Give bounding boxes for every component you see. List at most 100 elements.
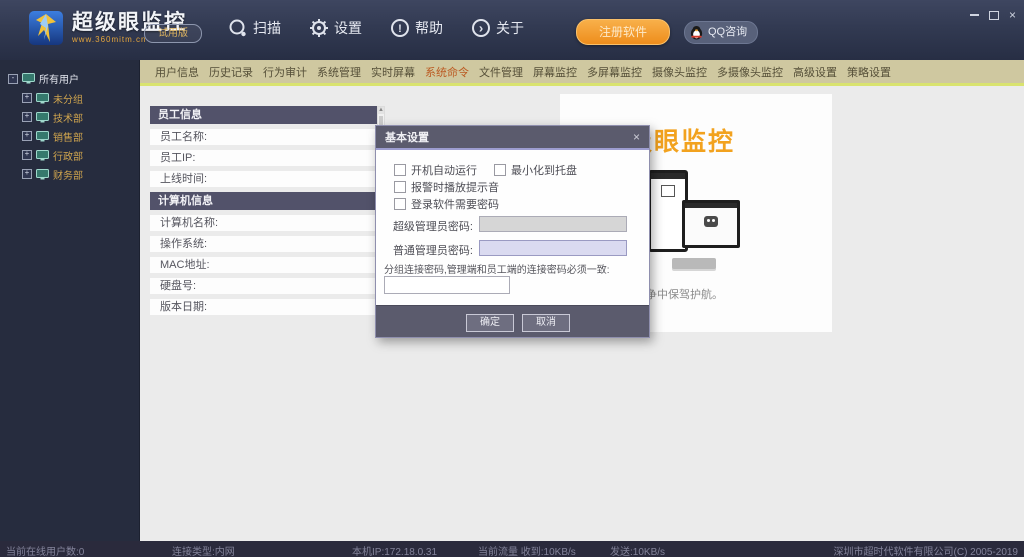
- tab-system-manage[interactable]: 系统管理: [312, 64, 366, 80]
- about-icon: ›: [472, 19, 490, 37]
- status-bar: 当前在线用户数:0 连接类型:内网 本机IP:172.18.0.31 当前流量 …: [0, 541, 1024, 557]
- tree-group-label: 行政部: [53, 151, 83, 163]
- register-button[interactable]: 注册软件: [576, 19, 670, 45]
- menu-help-label: 帮助: [415, 20, 443, 36]
- group-password-input[interactable]: [384, 276, 510, 294]
- tree-group-label: 财务部: [53, 170, 83, 182]
- menu-about-label: 关于: [496, 20, 524, 36]
- checkbox-login-password[interactable]: 登录软件需要密码: [394, 196, 499, 212]
- close-icon[interactable]: ×: [1009, 9, 1016, 21]
- monitor-icon: [36, 111, 49, 122]
- svg-text:›: ›: [479, 21, 483, 36]
- tree-group-label: 技术部: [53, 113, 83, 125]
- ok-button[interactable]: 确定: [466, 314, 514, 332]
- status-connection-type: 连接类型:内网: [172, 547, 235, 557]
- menu-about[interactable]: › 关于: [471, 18, 524, 38]
- status-copyright: 深圳市超时代软件有限公司(C) 2005-2019: [833, 547, 1018, 557]
- tree-group-label: 销售部: [53, 132, 83, 144]
- computer-icon: [22, 73, 35, 84]
- monitor-icon: [36, 130, 49, 141]
- title-bar: 超级眼监控 www.360mitm.cn 试用版 扫描 设置 ! 帮助 › 关于…: [0, 0, 1024, 60]
- normal-admin-password-label: 普通管理员密码:: [392, 245, 473, 257]
- checkbox-label: 最小化到托盘: [511, 165, 577, 177]
- collapse-icon[interactable]: -: [8, 73, 18, 84]
- tab-advanced-settings[interactable]: 高级设置: [788, 64, 842, 80]
- field-label-os: 操作系统:: [150, 236, 378, 252]
- tab-multi-screen-monitor[interactable]: 多屏幕监控: [582, 64, 647, 80]
- employee-info-panel: 员工信息 员工名称: 员工IP: 上线时间: 计算机信息 计算机名称: 操作系统…: [150, 106, 378, 320]
- dialog-title-bar: 基本设置 ×: [376, 126, 649, 150]
- tab-policy-settings[interactable]: 策略设置: [842, 64, 896, 80]
- menu-scan[interactable]: 扫描: [228, 18, 281, 38]
- cancel-button[interactable]: 取消: [522, 314, 570, 332]
- super-admin-password-label: 超级管理员密码:: [392, 221, 473, 233]
- dialog-footer: 确定 取消: [376, 305, 649, 337]
- field-label-online-time: 上线时间:: [150, 171, 378, 187]
- expand-icon[interactable]: +: [22, 112, 32, 122]
- checkbox-minimize-tray[interactable]: 最小化到托盘: [494, 162, 577, 178]
- menu-scan-label: 扫描: [253, 20, 281, 36]
- status-online-users: 当前在线用户数:0: [6, 547, 85, 557]
- tree-group-sales[interactable]: + 销售部: [22, 128, 139, 144]
- checkbox-box[interactable]: [394, 181, 406, 193]
- normal-admin-password-input[interactable]: [479, 240, 627, 256]
- menu-settings-label: 设置: [334, 20, 362, 36]
- scan-icon: [229, 19, 246, 37]
- checkbox-label: 开机自动运行: [411, 165, 477, 177]
- scroll-up-icon[interactable]: ▲: [378, 107, 384, 114]
- tree-group-ungrouped[interactable]: + 未分组: [22, 90, 139, 106]
- field-label-employee-name: 员工名称:: [150, 129, 378, 145]
- checkbox-label: 登录软件需要密码: [411, 199, 499, 211]
- expand-icon[interactable]: +: [22, 169, 32, 179]
- computer-section-header: 计算机信息: [150, 192, 378, 210]
- tab-system-command[interactable]: 系统命令: [420, 64, 474, 80]
- tab-file-manage[interactable]: 文件管理: [474, 64, 528, 80]
- checkbox-box[interactable]: [394, 198, 406, 210]
- monitor-icon: [36, 168, 49, 179]
- tab-screen-monitor[interactable]: 屏幕监控: [528, 64, 582, 80]
- expand-icon[interactable]: +: [22, 150, 32, 160]
- monitor-icon: [36, 149, 49, 160]
- menu-settings[interactable]: 设置: [309, 18, 362, 38]
- checkbox-label: 报警时播放提示音: [411, 182, 499, 194]
- svg-text:!: !: [398, 23, 402, 35]
- field-label-disk: 硬盘号:: [150, 278, 378, 294]
- super-admin-password-input[interactable]: [479, 216, 627, 232]
- edition-badge: 试用版: [144, 24, 202, 43]
- checkbox-box[interactable]: [394, 164, 406, 176]
- field-label-employee-ip: 员工IP:: [150, 150, 378, 166]
- app-logo-icon: [29, 11, 63, 45]
- group-password-note: 分组连接密码,管理端和员工端的连接密码必须一致:: [384, 265, 610, 276]
- tree-root-label: 所有用户: [39, 75, 79, 86]
- expand-icon[interactable]: +: [22, 131, 32, 141]
- device-base-illustration: [672, 258, 716, 269]
- menu-help[interactable]: ! 帮助: [390, 18, 443, 38]
- window-controls: ×: [969, 9, 1016, 21]
- status-local-ip: 本机IP:172.18.0.31: [352, 547, 438, 557]
- app-window: 超级眼监控 www.360mitm.cn 试用版 扫描 设置 ! 帮助 › 关于…: [0, 0, 1024, 557]
- checkbox-alert-sound[interactable]: 报警时播放提示音: [394, 179, 499, 195]
- tab-behavior-audit[interactable]: 行为审计: [258, 64, 312, 80]
- tab-live-screen[interactable]: 实时屏幕: [366, 64, 420, 80]
- tree-group-admin[interactable]: + 行政部: [22, 147, 139, 163]
- checkbox-box[interactable]: [494, 164, 506, 176]
- tab-user-info[interactable]: 用户信息: [150, 64, 204, 80]
- expand-icon[interactable]: +: [22, 93, 32, 103]
- tree-group-finance[interactable]: + 财务部: [22, 166, 139, 182]
- tree-group-tech[interactable]: + 技术部: [22, 109, 139, 125]
- tab-camera-monitor[interactable]: 摄像头监控: [647, 64, 712, 80]
- minimize-icon[interactable]: [969, 14, 979, 16]
- qq-consult-button[interactable]: QQ咨询: [684, 21, 759, 44]
- qq-penguin-icon: [690, 25, 703, 40]
- tree-root-all-users[interactable]: - 所有用户: [8, 70, 139, 87]
- field-label-mac: MAC地址:: [150, 257, 378, 273]
- top-menu: 扫描 设置 ! 帮助 › 关于: [228, 18, 524, 38]
- tab-multi-camera-monitor[interactable]: 多摄像头监控: [712, 64, 788, 80]
- checkbox-autostart[interactable]: 开机自动运行: [394, 162, 477, 178]
- tab-history[interactable]: 历史记录: [204, 64, 258, 80]
- maximize-icon[interactable]: [988, 10, 999, 20]
- dialog-close-icon[interactable]: ×: [633, 130, 649, 144]
- basic-settings-dialog: 基本设置 × 开机自动运行 最小化到托盘 报警时播放提示音 登录软件需要密码 超…: [375, 125, 650, 338]
- gear-icon: [310, 19, 328, 37]
- dialog-title: 基本设置: [385, 132, 429, 144]
